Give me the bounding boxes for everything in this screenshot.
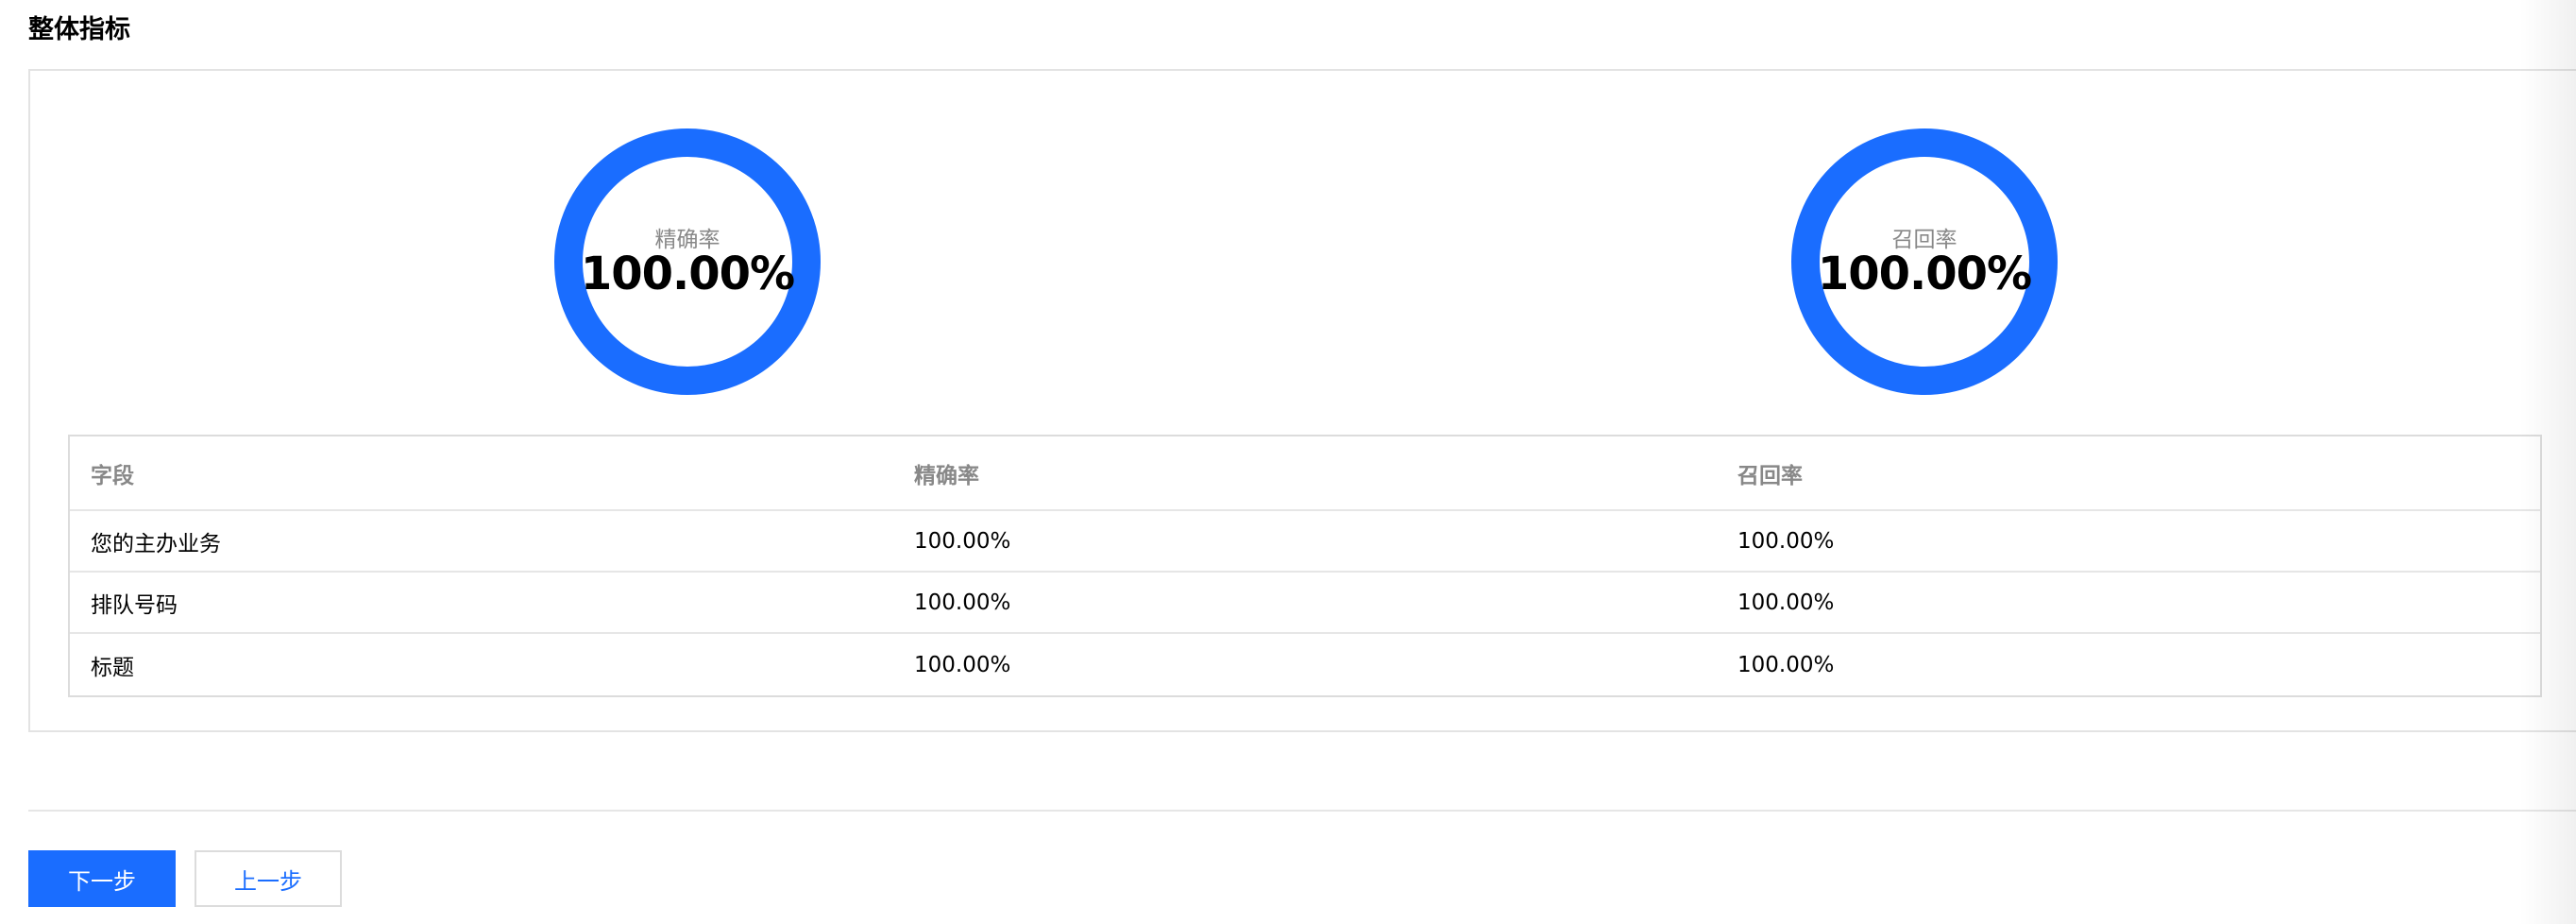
precision-ring-value: 100.00% bbox=[580, 248, 795, 300]
edge-shadow bbox=[2519, 0, 2576, 924]
precision-ring: 精确率 100.00% bbox=[554, 128, 821, 395]
cell-recall: 100.00% bbox=[1737, 590, 1835, 615]
table-header-row: 字段 精确率 召回率 bbox=[70, 436, 2540, 511]
field-metrics-table: 字段 精确率 召回率 您的主办业务 100.00% 100.00% 排队号码 1… bbox=[68, 435, 2542, 697]
previous-step-button[interactable]: 上一步 bbox=[195, 850, 342, 907]
column-header-field: 字段 bbox=[91, 463, 134, 488]
table-row: 排队号码 100.00% 100.00% bbox=[70, 573, 2540, 634]
cell-precision: 100.00% bbox=[914, 590, 1011, 615]
column-header-precision: 精确率 bbox=[914, 463, 979, 488]
metrics-page: 整体指标 精确率 100.00% 召回率 100.00% 字段 精确率 召回率 bbox=[0, 0, 2576, 924]
metrics-panel: 精确率 100.00% 召回率 100.00% 字段 精确率 召回率 您的主办业… bbox=[28, 69, 2576, 732]
cell-field: 排队号码 bbox=[91, 592, 178, 618]
recall-ring: 召回率 100.00% bbox=[1791, 128, 2058, 395]
table-row: 您的主办业务 100.00% 100.00% bbox=[70, 511, 2540, 573]
table-row: 标题 100.00% 100.00% bbox=[70, 634, 2540, 695]
cell-precision: 100.00% bbox=[914, 528, 1011, 554]
cell-precision: 100.00% bbox=[914, 652, 1011, 677]
next-step-button[interactable]: 下一步 bbox=[28, 850, 176, 907]
cell-field: 您的主办业务 bbox=[91, 531, 221, 556]
cell-recall: 100.00% bbox=[1737, 528, 1835, 554]
column-header-recall: 召回率 bbox=[1737, 463, 1803, 488]
cell-field: 标题 bbox=[91, 655, 134, 680]
cell-recall: 100.00% bbox=[1737, 652, 1835, 677]
recall-ring-value: 100.00% bbox=[1817, 248, 2032, 300]
section-title: 整体指标 bbox=[28, 15, 130, 44]
footer-divider bbox=[28, 810, 2576, 812]
